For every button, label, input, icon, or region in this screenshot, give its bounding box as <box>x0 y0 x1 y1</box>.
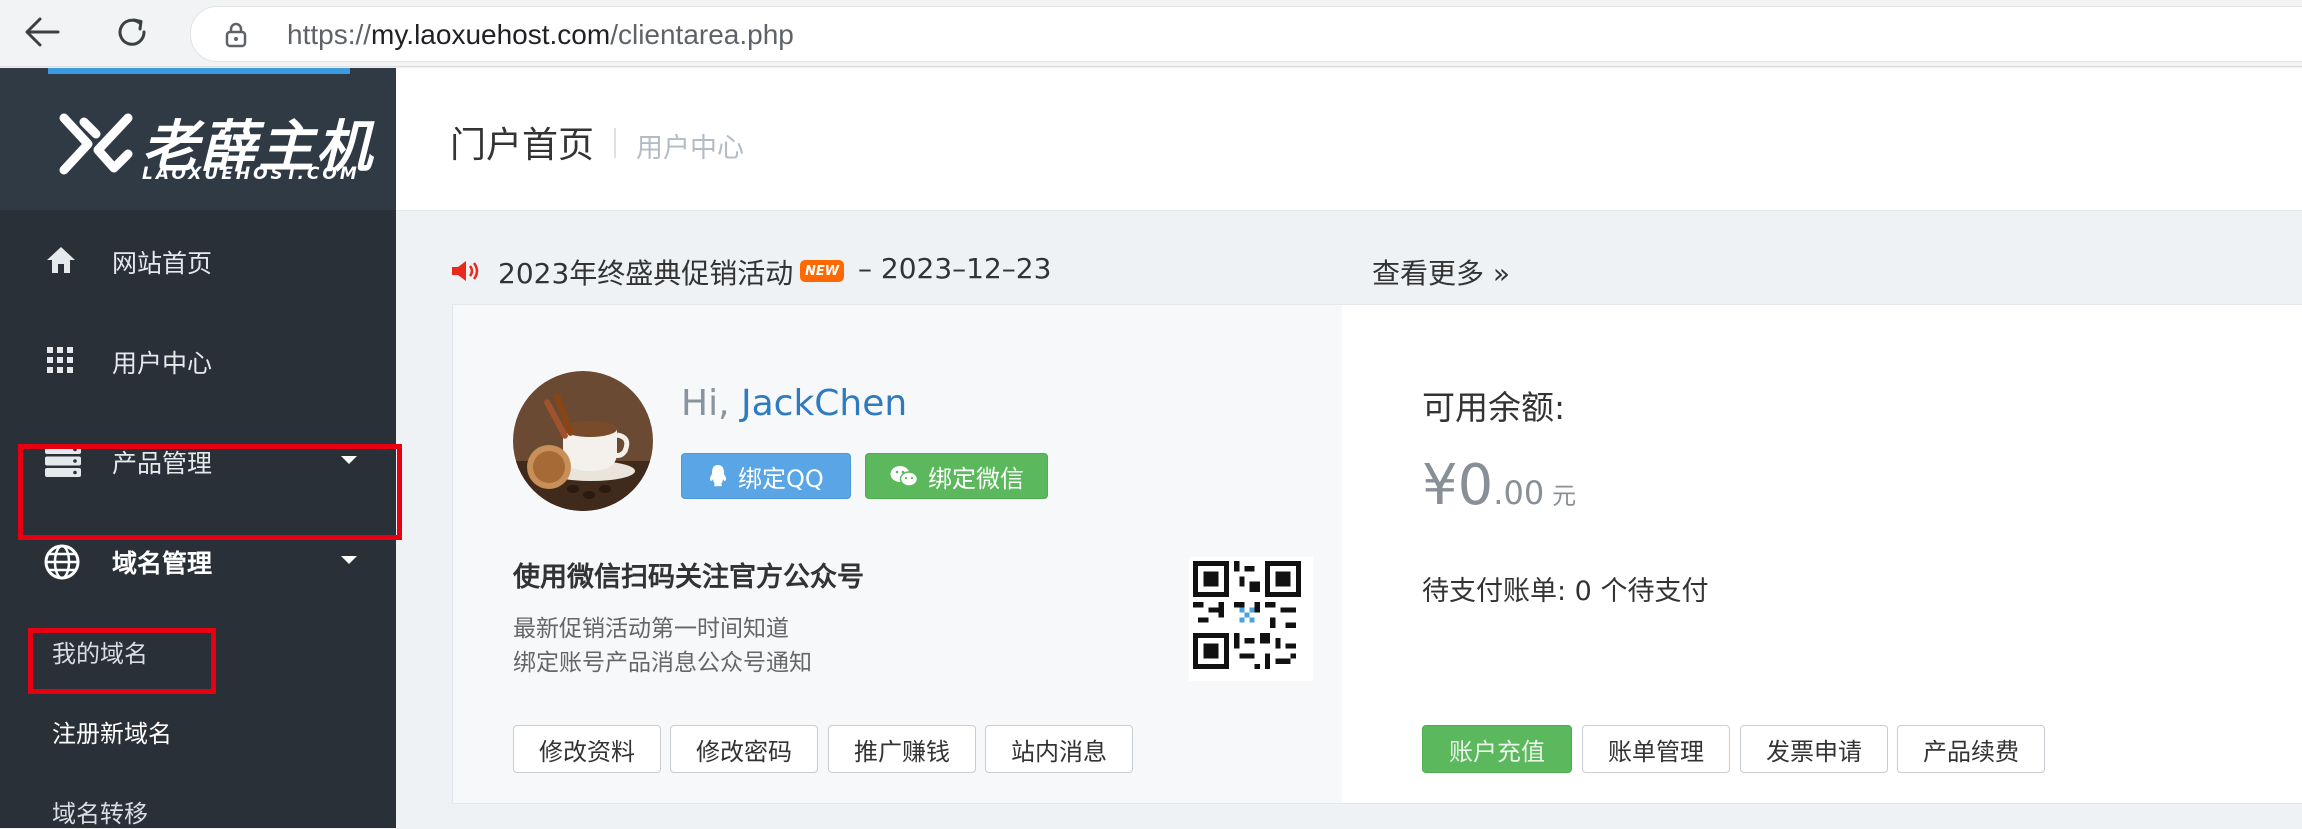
sidebar-item-label: 用户中心 <box>112 349 213 378</box>
bills-button[interactable]: 账单管理 <box>1582 725 1730 773</box>
affiliate-button[interactable]: 推广赚钱 <box>828 725 976 773</box>
reload-icon <box>118 18 146 46</box>
follow-desc-1: 最新促销活动第一时间知道 <box>513 616 789 642</box>
bind-qq-label: 绑定QQ <box>738 464 824 493</box>
bind-wechat-button[interactable]: 绑定微信 <box>865 453 1048 499</box>
url-domain: my.laoxuehost.com <box>371 19 611 50</box>
promo-date: – 2023–12–23 <box>858 252 1052 285</box>
sidebar-active-line <box>48 68 350 74</box>
speaker-icon <box>452 261 479 281</box>
follow-title: 使用微信扫码关注官方公众号 <box>513 562 864 593</box>
url-text[interactable]: https://my.laoxuehost.com/clientarea.php <box>287 19 794 51</box>
promo-link[interactable]: 2023年终盛典促销活动 <box>498 252 793 292</box>
chevron-down-icon <box>341 556 357 564</box>
home-icon <box>47 247 75 273</box>
logo-area[interactable]: 老薛主机 LAOXUEHOST.COM <box>0 68 396 210</box>
arrow-left-icon <box>25 17 60 47</box>
sidebar-item-label: 域名管理 <box>112 549 213 578</box>
bind-qq-button[interactable]: 绑定QQ <box>681 453 851 499</box>
bind-wechat-label: 绑定微信 <box>928 464 1024 493</box>
balance-amount: ¥0.00 元 <box>1422 453 1576 518</box>
follow-desc-2: 绑定账号产品消息公众号通知 <box>513 650 812 676</box>
greeting-hi: Hi, <box>681 383 730 424</box>
recharge-button[interactable]: 账户充值 <box>1422 725 1572 773</box>
address-bar[interactable]: https://my.laoxuehost.com/clientarea.php <box>190 6 2302 62</box>
sidebar-item-home[interactable]: 网站首页 <box>0 210 396 310</box>
browser-toolbar: https://my.laoxuehost.com/clientarea.php <box>0 0 2302 67</box>
balance-unit: 元 <box>1552 482 1577 510</box>
chevron-down-icon <box>341 456 357 464</box>
logo-text-en: LAOXUEHOST.COM <box>142 164 360 184</box>
url-path: /clientarea.php <box>610 19 794 50</box>
sidebar-item-label: 网站首页 <box>112 249 213 278</box>
sidebar: 老薛主机 LAOXUEHOST.COM 网站首页 用户中心 产品管理 域名管理 … <box>0 68 396 828</box>
sidebar-item-user-center[interactable]: 用户中心 <box>0 310 396 410</box>
page-header: 门户首页 用户中心 <box>396 68 2302 211</box>
sidebar-item-products[interactable]: 产品管理 <box>0 410 396 510</box>
server-icon <box>45 445 81 477</box>
pending-invoices[interactable]: 待支付账单: 0 个待支付 <box>1422 569 1708 608</box>
sidebar-item-label: 产品管理 <box>112 449 213 478</box>
back-button[interactable] <box>20 12 64 52</box>
reload-button[interactable] <box>110 12 154 52</box>
sidebar-item-domains[interactable]: 域名管理 <box>0 510 396 610</box>
logo-icon <box>59 113 133 175</box>
renew-products-button[interactable]: 产品续费 <box>1897 725 2045 773</box>
greeting: Hi, JackChen <box>681 383 907 424</box>
grid-icon <box>47 347 73 373</box>
page-title: 门户首页 <box>450 125 595 166</box>
balance-integer: 0 <box>1457 453 1494 518</box>
balance-label: 可用余额: <box>1422 388 1566 427</box>
messages-button[interactable]: 站内消息 <box>985 725 1133 773</box>
balance-decimal: .00 <box>1493 474 1545 512</box>
avatar[interactable] <box>513 371 653 511</box>
change-password-button[interactable]: 修改密码 <box>670 725 818 773</box>
qr-code-image <box>1189 557 1313 681</box>
avatar-coffee-image <box>513 371 653 511</box>
currency-symbol: ¥ <box>1422 453 1458 518</box>
edit-profile-button[interactable]: 修改资料 <box>513 725 661 773</box>
wechat-icon <box>890 465 918 487</box>
invoice-request-button[interactable]: 发票申请 <box>1740 725 1888 773</box>
submenu-my-domains[interactable]: 我的域名 <box>52 634 148 669</box>
view-more-link[interactable]: 查看更多 » <box>1372 252 1510 292</box>
url-scheme: https:// <box>287 19 372 50</box>
submenu-register-domain[interactable]: 注册新域名 <box>52 714 172 749</box>
new-badge: NEW <box>800 260 844 282</box>
lock-icon <box>225 22 247 48</box>
username[interactable]: JackChen <box>741 383 907 424</box>
submenu-transfer-domain[interactable]: 域名转移 <box>52 794 148 829</box>
globe-icon <box>44 544 80 580</box>
balance-card: 可用余额: ¥0.00 元 待支付账单: 0 个待支付 账户充值 账单管理 发票申… <box>1342 304 2302 804</box>
qq-icon <box>708 464 728 488</box>
profile-card: Hi, JackChen 绑定QQ 绑定微信 使用微信扫码关注官方公众号 最新促… <box>452 304 1342 804</box>
breadcrumb[interactable]: 用户中心 <box>636 126 744 165</box>
title-divider <box>614 128 616 158</box>
